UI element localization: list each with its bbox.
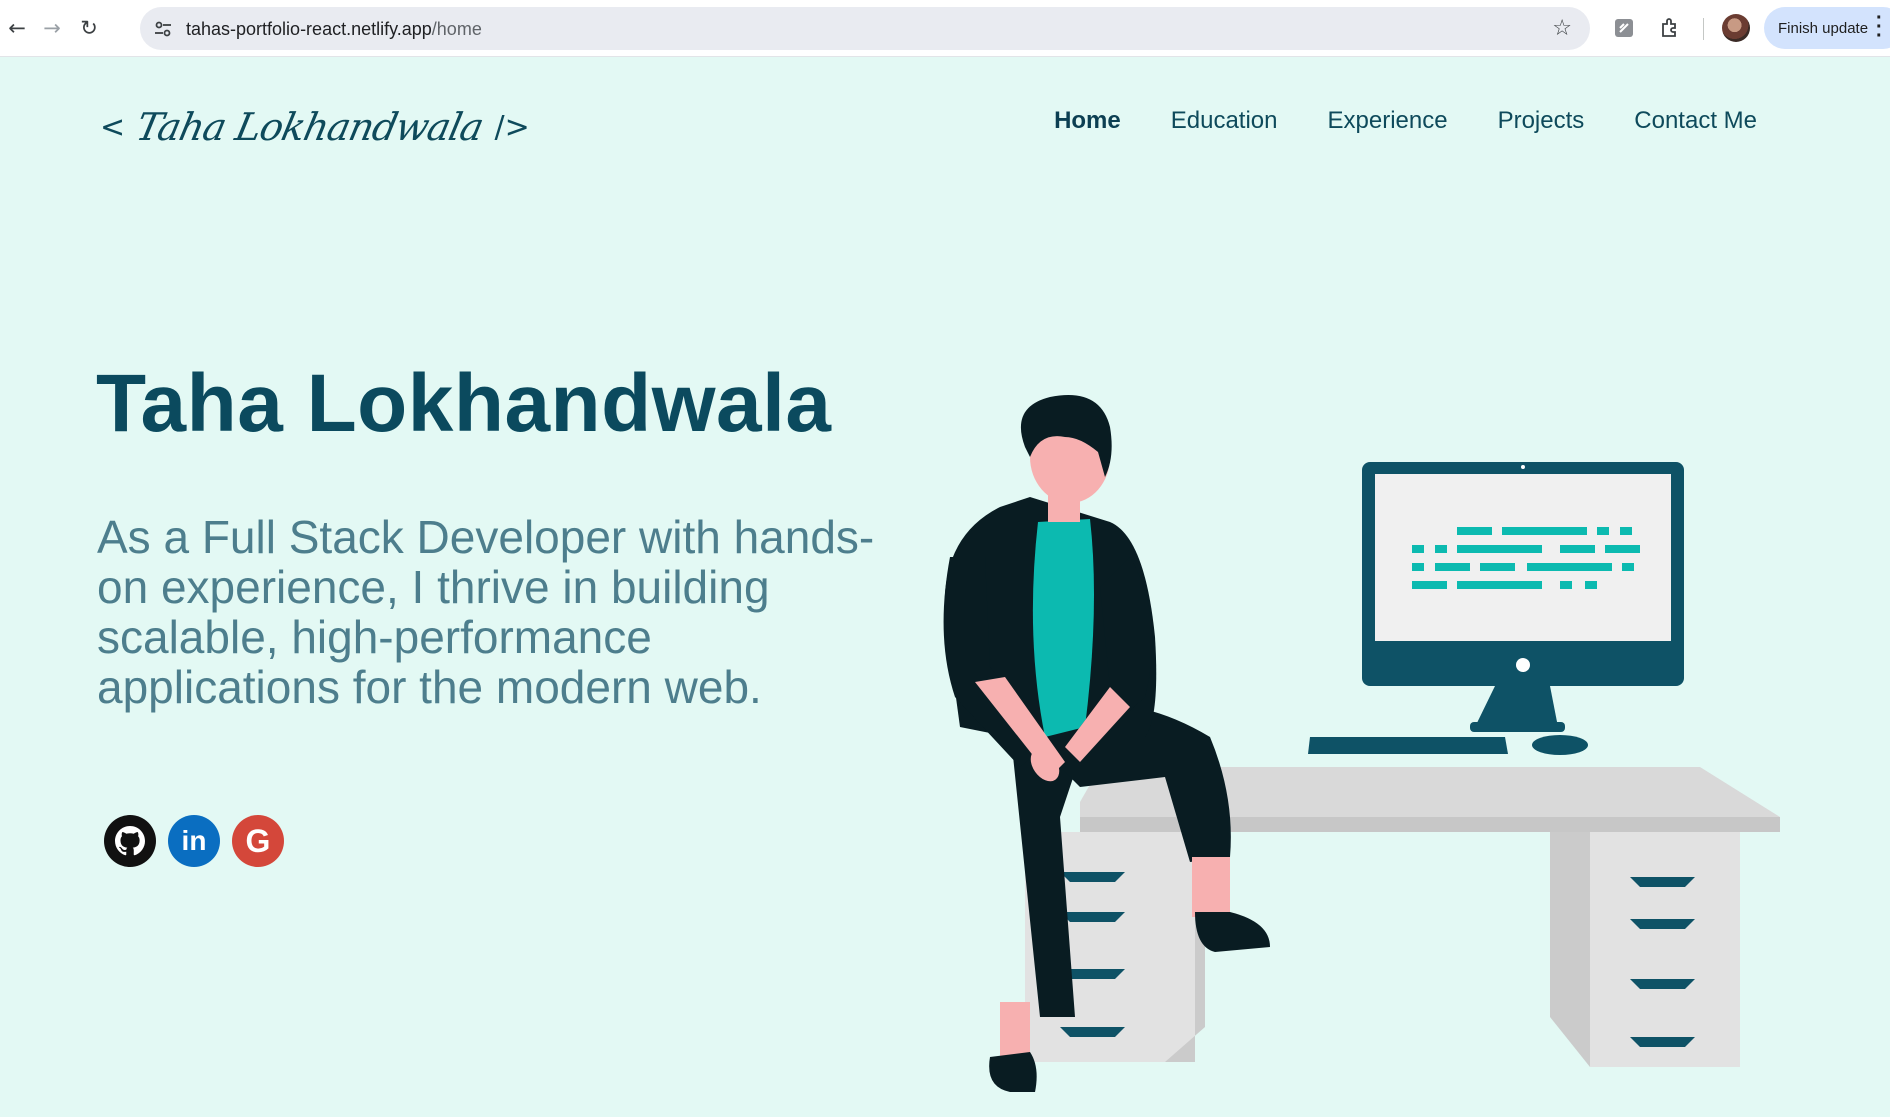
logo-signature: Taha Lokhandwala [132,105,488,149]
profile-avatar[interactable] [1722,14,1750,42]
front-shoe [1195,912,1270,952]
logo-open-bracket: < [100,109,126,145]
nav-experience[interactable]: Experience [1328,107,1448,135]
url-text[interactable]: tahas-portfolio-react.netlify.app/home [186,19,482,40]
back-shoe [989,1052,1037,1092]
extensions-puzzle-icon[interactable] [1656,14,1684,42]
address-bar[interactable]: tahas-portfolio-react.netlify.app/home ☆ [140,7,1590,50]
browser-toolbar: ← → ↻ tahas-portfolio-react.netlify.app/… [0,0,1890,57]
github-icon[interactable] [104,815,156,867]
url-path: /home [431,19,482,39]
nav-projects[interactable]: Projects [1498,107,1585,135]
keyboard [1308,737,1508,754]
right-drawer-unit [1590,832,1740,1067]
site-logo[interactable]: < Taha Lokhandwala /> [100,97,530,157]
monitor-screen [1375,474,1671,641]
back-icon[interactable]: ← [2,13,32,43]
extension-icon[interactable] [1610,14,1638,42]
linkedin-icon[interactable]: in [168,815,220,867]
bookmark-star-icon[interactable]: ☆ [1552,16,1572,41]
reload-icon[interactable]: ↻ [74,13,104,43]
hero-description: As a Full Stack Developer with hands-on … [97,511,875,713]
social-links: in G [104,815,284,867]
toolbar-divider [1703,18,1704,40]
developer-desk-illustration [943,395,1780,1092]
nav-contact-me[interactable]: Contact Me [1634,107,1757,135]
portfolio-page: < Taha Lokhandwala /> Home Education Exp… [0,57,1890,1092]
monitor-stand [1475,686,1558,727]
finish-update-button[interactable]: Finish update [1764,7,1890,49]
nav-education[interactable]: Education [1171,107,1278,135]
url-host: tahas-portfolio-react.netlify.app [186,19,432,39]
nav-home[interactable]: Home [1054,107,1121,135]
forward-icon[interactable]: → [37,13,67,43]
logo-close-bracket: /> [494,109,530,145]
hero-name: Taha Lokhandwala [96,358,832,449]
browser-menu-icon[interactable]: · · · [1876,8,1883,46]
site-settings-icon[interactable] [152,18,174,40]
mouse [1532,735,1588,755]
main-nav: Home Education Experience Projects Conta… [1054,107,1757,135]
google-icon[interactable]: G [232,815,284,867]
